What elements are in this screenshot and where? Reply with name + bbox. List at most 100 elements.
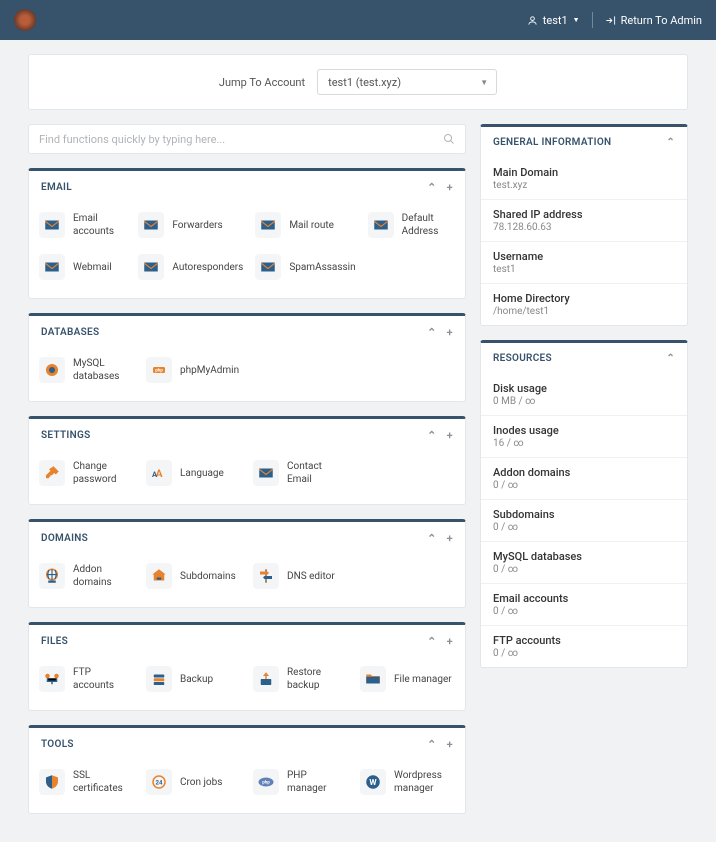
mysql-icon <box>39 357 65 383</box>
info-row: FTP accounts0 / ∞ <box>481 625 687 667</box>
account-select[interactable]: test1 (test.xyz) ▼ <box>317 69 497 95</box>
app-addon-domains[interactable]: Addon domains <box>37 559 136 593</box>
info-value: 0 / ∞ <box>493 522 675 533</box>
info-row: Disk usage0 MB / ∞ <box>481 374 687 415</box>
globe-icon <box>39 563 65 589</box>
app-change-password[interactable]: Change password <box>37 456 136 490</box>
info-row: Shared IP address78.128.60.63 <box>481 199 687 241</box>
panel-body: Email accountsForwardersMail route Defaul… <box>29 204 465 298</box>
user-label: test1 <box>543 14 568 27</box>
app-phpmyadmin[interactable]: phpphpMyAdmin <box>144 353 243 387</box>
app-language[interactable]: AALanguage <box>144 456 243 490</box>
panel-title: TOOLS <box>41 739 74 750</box>
app-cron-jobs[interactable]: 24Cron jobs <box>144 765 243 799</box>
add-icon[interactable]: + <box>447 532 453 545</box>
app-ssl-certificates[interactable]: SSL certificates <box>37 765 136 799</box>
info-value: 0 MB / ∞ <box>493 396 675 407</box>
collapse-icon[interactable]: ⌃ <box>427 738 437 751</box>
envelope-arrow-icon <box>255 212 281 238</box>
panel-header: DOMAINS⌃+ <box>29 522 465 555</box>
info-label: FTP accounts <box>493 634 675 647</box>
panel-controls: ⌃+ <box>427 429 453 442</box>
panel-body: SSL certificates24Cron jobsphpPHP manage… <box>29 761 465 813</box>
collapse-icon[interactable]: ⌃ <box>666 353 675 364</box>
backup-icon <box>146 666 172 692</box>
info-label: Home Directory <box>493 292 675 305</box>
user-icon <box>527 15 538 26</box>
app-restore-backup[interactable]: Restore backup <box>251 662 350 696</box>
app-label: MySQL databases <box>73 357 134 383</box>
clock-icon: 24 <box>146 769 172 795</box>
app-mysql-databases[interactable]: MySQL databases <box>37 353 136 387</box>
info-value: test1 <box>493 264 675 275</box>
app-subdomains[interactable]: Subdomains <box>144 559 243 593</box>
envelope-auto-icon <box>138 254 164 280</box>
app-ftp-accounts[interactable]: FTP accounts <box>37 662 136 696</box>
collapse-icon[interactable]: ⌃ <box>666 137 675 148</box>
shield-icon <box>39 769 65 795</box>
info-row: Main Domaintest.xyz <box>481 158 687 199</box>
info-row: Email accounts0 / ∞ <box>481 583 687 625</box>
app-php-manager[interactable]: phpPHP manager <box>251 765 350 799</box>
panel-title: EMAIL <box>41 182 72 193</box>
app-webmail[interactable]: Webmail <box>37 250 128 284</box>
app-wordpress-manager[interactable]: WWordpress manager <box>358 765 457 799</box>
collapse-icon[interactable]: ⌃ <box>427 326 437 339</box>
info-label: Subdomains <box>493 508 675 521</box>
app-label: DNS editor <box>287 570 335 583</box>
app-email-accounts[interactable]: Email accounts <box>37 208 128 242</box>
main-content: Find functions quickly by typing here...… <box>0 124 716 842</box>
info-label: Addon domains <box>493 466 675 479</box>
key-icon <box>39 460 65 486</box>
panel-body: MySQL databases phpphpMyAdmin <box>29 349 465 401</box>
return-label: Return To Admin <box>621 14 702 27</box>
return-to-admin[interactable]: Return To Admin <box>605 14 702 27</box>
add-icon[interactable]: + <box>447 326 453 339</box>
app-default-address[interactable]: Default Address <box>366 208 457 242</box>
app-contact-email[interactable]: Contact Email <box>251 456 350 490</box>
app-backup[interactable]: Backup <box>144 662 243 696</box>
info-row: Subdomains0 / ∞ <box>481 499 687 541</box>
envelope-icon <box>253 460 279 486</box>
svg-text:php: php <box>155 368 163 374</box>
signpost-icon <box>253 563 279 589</box>
right-column: GENERAL INFORMATION⌃Main Domaintest.xyzS… <box>480 124 688 814</box>
envelope-icon <box>39 254 65 280</box>
collapse-icon[interactable]: ⌃ <box>427 429 437 442</box>
panel-settings: SETTINGS⌃+Change passwordAALanguageConta… <box>28 416 466 505</box>
info-value: 0 / ∞ <box>493 648 675 659</box>
app-autoresponders[interactable]: Autoresponders <box>136 250 245 284</box>
panel-title: DATABASES <box>41 327 99 338</box>
app-mail-route[interactable]: Mail route <box>253 208 357 242</box>
app-dns-editor[interactable]: DNS editor <box>251 559 350 593</box>
add-icon[interactable]: + <box>447 181 453 194</box>
collapse-icon[interactable]: ⌃ <box>427 181 437 194</box>
add-icon[interactable]: + <box>447 635 453 648</box>
panel-controls: ⌃+ <box>427 738 453 751</box>
info-row: Inodes usage16 / ∞ <box>481 415 687 457</box>
panel-controls: ⌃+ <box>427 532 453 545</box>
app-label: Restore backup <box>287 666 348 692</box>
panel-grid: FTP accountsBackup Restore backup File man… <box>37 662 457 696</box>
app-file-manager[interactable]: File manager <box>358 662 457 696</box>
collapse-icon[interactable]: ⌃ <box>427 635 437 648</box>
caret-down-icon: ▼ <box>480 78 488 87</box>
search-input[interactable]: Find functions quickly by typing here... <box>28 124 466 154</box>
add-icon[interactable]: + <box>447 429 453 442</box>
app-label: File manager <box>394 673 452 686</box>
panel-title: FILES <box>41 636 68 647</box>
add-icon[interactable]: + <box>447 738 453 751</box>
user-menu[interactable]: test1 ▼ <box>527 14 580 27</box>
app-spamassassin[interactable]: SpamAssassin <box>253 250 357 284</box>
app-label: Language <box>180 467 224 480</box>
restore-icon <box>253 666 279 692</box>
ftp-icon <box>39 666 65 692</box>
info-row: Addon domains0 / ∞ <box>481 457 687 499</box>
panel-controls: ⌃+ <box>427 181 453 194</box>
collapse-icon[interactable]: ⌃ <box>427 532 437 545</box>
app-forwarders[interactable]: Forwarders <box>136 208 245 242</box>
panel-grid: Change passwordAALanguageContact Email <box>37 456 457 490</box>
panel-body: FTP accountsBackup Restore backup File man… <box>29 658 465 710</box>
svg-text:php: php <box>262 780 270 786</box>
exit-icon <box>605 15 616 26</box>
